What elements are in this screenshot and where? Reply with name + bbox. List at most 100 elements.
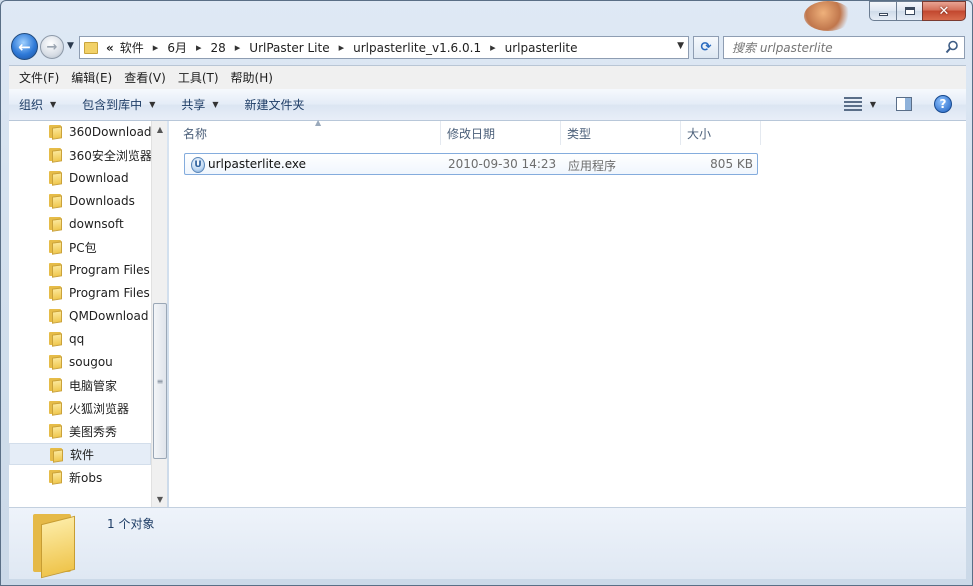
tree-item-label: 软件 <box>70 447 95 462</box>
scroll-thumb[interactable]: ≡ <box>153 303 167 459</box>
tree-item[interactable]: Download <box>9 167 151 189</box>
tree-item[interactable]: 美图秀秀 <box>9 420 151 442</box>
menu-file[interactable]: 文件(F) <box>13 69 65 86</box>
new-folder-button[interactable]: 新建文件夹 <box>245 96 305 113</box>
tree-item[interactable]: downsoft <box>9 213 151 235</box>
view-options-icon[interactable] <box>843 97 862 111</box>
folder-icon <box>50 448 63 463</box>
file-name: urlpasterlite.exe <box>208 157 306 171</box>
folder-icon <box>84 41 98 54</box>
breadcrumb-item[interactable]: urlpasterlite_v1.6.0.1 <box>353 41 481 55</box>
breadcrumb-item[interactable]: 6月 <box>167 39 187 56</box>
column-header-name[interactable]: 名称 ▲ <box>177 118 441 145</box>
breadcrumb-item[interactable]: 28 <box>210 41 225 55</box>
column-header-modified[interactable]: 修改日期 <box>441 121 561 145</box>
column-name-label: 名称 <box>183 126 208 141</box>
tree-item[interactable]: sougou <box>9 351 151 373</box>
share-button[interactable]: 共享 ▼ <box>181 96 218 113</box>
tree-item[interactable]: Program Files <box>9 259 151 281</box>
tree-item-selected[interactable]: 软件 <box>9 443 151 465</box>
search-icon[interactable] <box>945 40 959 54</box>
file-list: 名称 ▲ 修改日期 类型 大小 U urlpasterlite.exe 2010… <box>169 118 966 507</box>
background-art <box>804 1 852 31</box>
tree-item[interactable]: Program Files <box>9 282 151 304</box>
column-type-label: 类型 <box>567 126 592 141</box>
tree-item-label: Program Files <box>69 286 150 300</box>
tree-item[interactable]: 电脑管家 <box>9 374 151 396</box>
search-input[interactable] <box>732 40 937 55</box>
tree-item[interactable]: 新obs <box>9 466 151 488</box>
column-header-type[interactable]: 类型 <box>561 121 681 145</box>
breadcrumb: « 软件 ▸ 6月 ▸ 28 ▸ UrlPaster Lite ▸ urlpas… <box>106 39 578 56</box>
chevron-right-icon[interactable]: ▸ <box>339 41 345 54</box>
exe-icon: U <box>191 157 205 173</box>
organize-button[interactable]: 组织 ▼ <box>19 96 56 113</box>
file-modified: 2010-09-30 14:23 <box>448 157 557 171</box>
search-box[interactable] <box>723 36 965 59</box>
menu-help[interactable]: 帮助(H) <box>225 69 279 86</box>
folder-icon <box>49 240 62 255</box>
preview-pane-icon[interactable] <box>896 97 912 111</box>
tree-item[interactable]: QMDownload <box>9 305 151 327</box>
folder-icon <box>49 332 62 347</box>
tree-scrollbar[interactable]: ▲ ≡ ▼ <box>151 121 167 507</box>
folder-icon <box>49 148 62 163</box>
folder-icon <box>49 355 62 370</box>
command-bar: 组织 ▼ 包含到库中 ▼ 共享 ▼ 新建文件夹 ▼ ? <box>9 89 966 121</box>
folder-icon <box>49 125 62 140</box>
maximize-button[interactable] <box>896 1 922 21</box>
close-icon: ✕ <box>938 3 950 19</box>
breadcrumb-item[interactable]: urlpasterlite <box>505 41 578 55</box>
file-row[interactable]: U urlpasterlite.exe 2010-09-30 14:23 应用程… <box>184 153 758 175</box>
menu-tools[interactable]: 工具(T) <box>172 69 225 86</box>
tree-item-label: 电脑管家 <box>69 378 118 393</box>
forward-button[interactable]: → <box>40 35 64 59</box>
maximize-icon <box>904 7 915 15</box>
chevron-right-icon[interactable]: ▸ <box>153 41 159 54</box>
close-button[interactable]: ✕ <box>922 1 966 21</box>
scroll-down-icon[interactable]: ▼ <box>152 491 168 507</box>
tree-item-label: 美图秀秀 <box>69 424 118 439</box>
tree-item-label: 360Download <box>69 125 151 139</box>
include-in-library-button[interactable]: 包含到库中 ▼ <box>82 96 155 113</box>
chevron-right-icon[interactable]: ▸ <box>490 41 496 54</box>
menu-edit[interactable]: 编辑(E) <box>65 69 118 86</box>
chevron-right-icon[interactable]: ▸ <box>196 41 202 54</box>
scroll-up-icon[interactable]: ▲ <box>152 121 168 137</box>
tree-item[interactable]: Downloads <box>9 190 151 212</box>
breadcrumb-item[interactable]: UrlPaster Lite <box>249 41 329 55</box>
tree-item[interactable]: 360安全浏览器 <box>9 144 151 166</box>
refresh-button[interactable]: ⟳ <box>693 36 719 59</box>
share-label: 共享 <box>181 98 206 112</box>
address-bar[interactable]: « 软件 ▸ 6月 ▸ 28 ▸ UrlPaster Lite ▸ urlpas… <box>79 36 689 59</box>
tree-item[interactable]: 火狐浏览器 <box>9 397 151 419</box>
new-folder-label: 新建文件夹 <box>244 98 305 112</box>
explorer-window: ✕ ← → ▼ « 软件 ▸ 6月 ▸ 28 ▸ UrlPaster Lite … <box>0 0 973 586</box>
minimize-button[interactable] <box>869 1 896 21</box>
column-header-size[interactable]: 大小 <box>681 121 761 145</box>
back-arrow-icon: ← <box>18 37 31 56</box>
file-type: 应用程序 <box>568 159 617 173</box>
breadcrumb-item[interactable]: 软件 <box>120 39 144 56</box>
window-resize-edge[interactable] <box>966 431 972 451</box>
help-icon[interactable]: ? <box>934 95 952 113</box>
forward-arrow-icon: → <box>46 39 58 55</box>
minimize-icon <box>878 12 888 16</box>
tree-item[interactable]: qq <box>9 328 151 350</box>
details-pane: 1 个对象 <box>9 507 966 579</box>
menu-view[interactable]: 查看(V) <box>118 69 172 86</box>
chevron-right-icon[interactable]: ▸ <box>235 41 241 54</box>
tree-item[interactable]: PC包 <box>9 236 151 258</box>
view-dropdown[interactable]: ▼ <box>870 100 876 109</box>
recent-pages-dropdown[interactable]: ▼ <box>67 41 74 51</box>
tree-item-label: Program Files <box>69 263 150 277</box>
navigation-pane: 360Download 360安全浏览器 Download Downloads … <box>9 121 167 507</box>
address-dropdown[interactable]: ▼ <box>677 41 684 51</box>
back-button[interactable]: ← <box>11 33 38 60</box>
tree-item[interactable]: 360Download <box>9 121 151 143</box>
breadcrumb-overflow[interactable]: « <box>106 41 114 55</box>
tree-item-label: qq <box>69 332 85 346</box>
folder-icon <box>49 286 62 301</box>
folder-icon <box>49 194 62 209</box>
navigation-bar: ← → ▼ « 软件 ▸ 6月 ▸ 28 ▸ UrlPaster Lite ▸ … <box>9 33 966 61</box>
